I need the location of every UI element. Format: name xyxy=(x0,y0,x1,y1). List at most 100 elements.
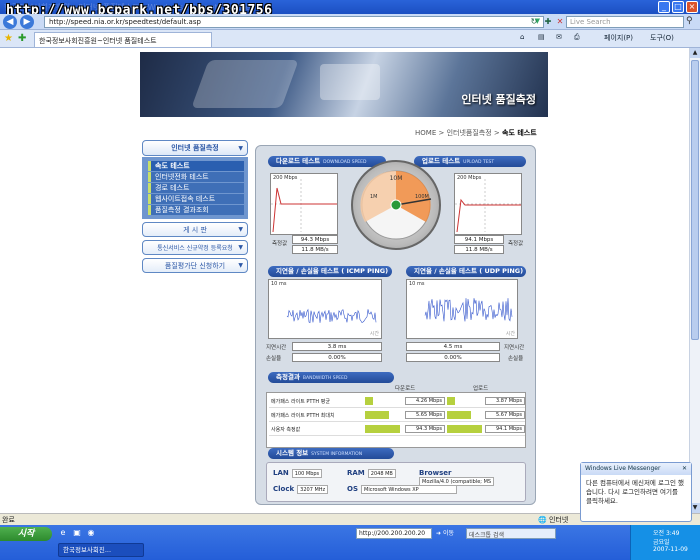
add-favorite-icon[interactable]: ✚ xyxy=(18,33,26,44)
system-clock-label: Clock xyxy=(273,485,295,493)
close-button[interactable]: × xyxy=(686,1,698,13)
sidebar-item-speed-test[interactable]: 속도 테스트 xyxy=(148,161,244,171)
results-row-name: 메가패스 라이트 PTTH 평균 xyxy=(271,399,330,405)
page-menu[interactable]: 페이지(P) xyxy=(604,33,633,43)
tools-menu[interactable]: 도구(O) xyxy=(650,33,674,43)
gauge-label-1m: 1M xyxy=(370,194,378,200)
gauge-label-10m: 10M xyxy=(390,175,403,182)
sidebar-item-website-test[interactable]: 웹사이트접속 테스트 xyxy=(148,194,244,204)
system-clock: Clock 3207 MHz xyxy=(273,485,329,495)
download-graph-scale: 200 Mbps xyxy=(273,175,298,181)
system-os: OS Microsoft Windows XP xyxy=(347,485,457,495)
results-up-bar xyxy=(447,411,471,419)
messenger-body[interactable]: 다른 컴퓨터에서 메신저에 로그인 했습니다. 다시 로그인하려면 여기를 클릭… xyxy=(581,475,691,510)
scroll-thumb[interactable] xyxy=(691,60,699,340)
refresh-icon[interactable]: ↻ xyxy=(528,16,540,28)
messenger-title-bar: Windows Live Messenger ✕ xyxy=(581,463,691,475)
messenger-title: Windows Live Messenger xyxy=(585,465,661,472)
messenger-notification[interactable]: Windows Live Messenger ✕ 다른 컴퓨터에서 메신저에 로… xyxy=(580,462,692,522)
download-value-label: 측정값 xyxy=(272,241,288,247)
results-row: 메가패스 라이트 PTTH 최대치 5.65 Mbps 5.67 Mbps xyxy=(269,409,525,422)
udp-delay-label: 지연시간 xyxy=(504,345,525,351)
url-field[interactable]: http://speed.nia.or.kr/speedtest/default… xyxy=(44,16,544,28)
sidebar-item-route-test[interactable]: 경로 테스트 xyxy=(148,183,244,193)
sidebar-apply[interactable]: 품질평가단 신청하기 ▼ xyxy=(142,258,248,273)
taskbar-address[interactable]: http://200.200.200.20 xyxy=(356,528,432,539)
system-ram-value: 2048 MB xyxy=(367,469,396,478)
tab-current[interactable]: 한국정보사회진흥원~인터넷 품질테스트 xyxy=(34,32,212,47)
breadcrumb: HOME > 인터넷품질측정 > 속도 테스트 xyxy=(415,128,537,138)
system-title-text: 시스템 정보 xyxy=(276,449,309,457)
feeds-icon[interactable]: ▤ xyxy=(538,33,545,41)
upload-mbps: 94.1 Mbps xyxy=(454,235,504,244)
results-down-value: 5.65 Mbps xyxy=(405,411,445,419)
print-icon[interactable]: ⎙ xyxy=(574,33,580,42)
minimize-button[interactable]: _ xyxy=(658,1,670,13)
udp-loss: 0.00% xyxy=(406,353,500,362)
stop-button[interactable]: ✕ xyxy=(554,16,566,28)
taskbar-task-ie[interactable]: 한국정보사회진... xyxy=(58,543,144,557)
system-lan-value: 100 Mbps xyxy=(291,469,323,478)
results-up-value: 3.87 Mbps xyxy=(485,397,525,405)
speed-test-panel: 다운로드 테스트 DOWNLOAD SPEED 200 Mbps 측정값 94.3… xyxy=(255,145,536,505)
sidebar-item-voip-test[interactable]: 인터넷전화 테스트 xyxy=(148,172,244,182)
upload-subtitle: UPLOAD TEST xyxy=(463,160,495,165)
status-zone-text: 인터넷 xyxy=(548,516,569,524)
taskbar-go-button[interactable]: ➜ 이동 xyxy=(436,528,454,537)
results-col-down: 다운로드 xyxy=(395,386,416,392)
desktop-search-input[interactable]: 데스크톱 검색 xyxy=(466,528,556,539)
system-lan-label: LAN xyxy=(273,469,289,477)
results-down-bar xyxy=(365,397,373,405)
breadcrumb-separator: > xyxy=(493,129,500,137)
download-graph-lines xyxy=(271,179,337,233)
favorites-star-icon[interactable]: ★ xyxy=(4,33,13,44)
explorer-icon[interactable]: ◉ xyxy=(86,528,96,538)
system-os-value: Microsoft Windows XP xyxy=(361,485,457,494)
mail-icon[interactable]: ✉ xyxy=(556,33,562,41)
udp-graph: 10 ms 시간 xyxy=(406,279,518,339)
chevron-down-icon: ▼ xyxy=(238,226,243,233)
breadcrumb-level1[interactable]: 인터넷품질측정 xyxy=(447,129,492,137)
desktop-icon[interactable]: ▣ xyxy=(72,528,82,538)
download-mbps: 94.3 Mbps xyxy=(292,235,338,244)
system-os-label: OS xyxy=(347,485,358,493)
breadcrumb-home[interactable]: HOME xyxy=(415,129,436,137)
udp-title: 지연율 / 손실율 테스트 ( UDP PING) xyxy=(406,266,526,277)
live-search-input[interactable]: Live Search xyxy=(566,16,684,28)
home-icon[interactable]: ⌂ xyxy=(520,33,524,41)
taskbar-task-label: 한국정보사회진... xyxy=(63,546,112,554)
tab-bar: ★ ✚ 한국정보사회진흥원~인터넷 품질테스트 ⌂ ▤ ✉ ⎙ 페이지(P) 도… xyxy=(0,30,700,48)
icmp-title: 지연율 / 손실율 테스트 ( ICMP PING) xyxy=(268,266,392,277)
start-button[interactable]: 시작 xyxy=(0,527,52,541)
download-mbytes: 11.8 MB/s xyxy=(292,245,338,254)
clock-day: 금요일 xyxy=(653,539,670,546)
sidebar-register[interactable]: 통신서비스 신규약정 등록요청 ▼ xyxy=(142,240,248,255)
scroll-up-button[interactable]: ▲ xyxy=(690,48,700,58)
upload-mbytes: 11.8 MB/s xyxy=(454,245,504,254)
sidebar-board[interactable]: 게 시 판 ▼ xyxy=(142,222,248,237)
icmp-graph-scale: 10 ms xyxy=(271,281,287,287)
chevron-down-icon: ▼ xyxy=(238,244,243,251)
chevron-down-icon: ▼ xyxy=(238,145,243,152)
udp-delay: 4.5 ms xyxy=(406,342,500,351)
page-scrollbar[interactable]: ▲ ▼ xyxy=(689,48,700,513)
ie-icon[interactable]: e xyxy=(58,528,68,538)
page-content: 인터넷 품질측정 HOME > 인터넷품질측정 > 속도 테스트 인터넷 품질측… xyxy=(0,48,689,513)
results-table: 다운로드 업로드 메가패스 라이트 PTTH 평균 4.26 Mbps 3.87… xyxy=(266,386,526,448)
close-icon[interactable]: ✕ xyxy=(682,465,687,472)
maximize-button[interactable]: □ xyxy=(672,1,684,13)
search-icon[interactable]: ⚲ xyxy=(686,16,693,26)
results-down-bar xyxy=(365,411,389,419)
download-graph: 200 Mbps xyxy=(270,173,338,235)
results-up-bar xyxy=(447,397,455,405)
results-subtitle: BANDWIDTH SPEED xyxy=(302,376,348,381)
system-browser-label: Browser xyxy=(419,469,452,477)
speed-gauge: 10M 1M 100M xyxy=(351,160,441,250)
system-title: 시스템 정보 SYSTEM INFORMATION xyxy=(268,448,394,459)
forward-button[interactable]: ▶ xyxy=(20,15,34,29)
sidebar-header[interactable]: 인터넷 품질측정 ▼ xyxy=(142,140,248,156)
sidebar-item-results[interactable]: 품질측정 결과조회 xyxy=(148,205,244,215)
breadcrumb-separator: > xyxy=(438,129,445,137)
refresh-button[interactable]: ✚ xyxy=(542,16,554,28)
back-button[interactable]: ◀ xyxy=(3,15,17,29)
